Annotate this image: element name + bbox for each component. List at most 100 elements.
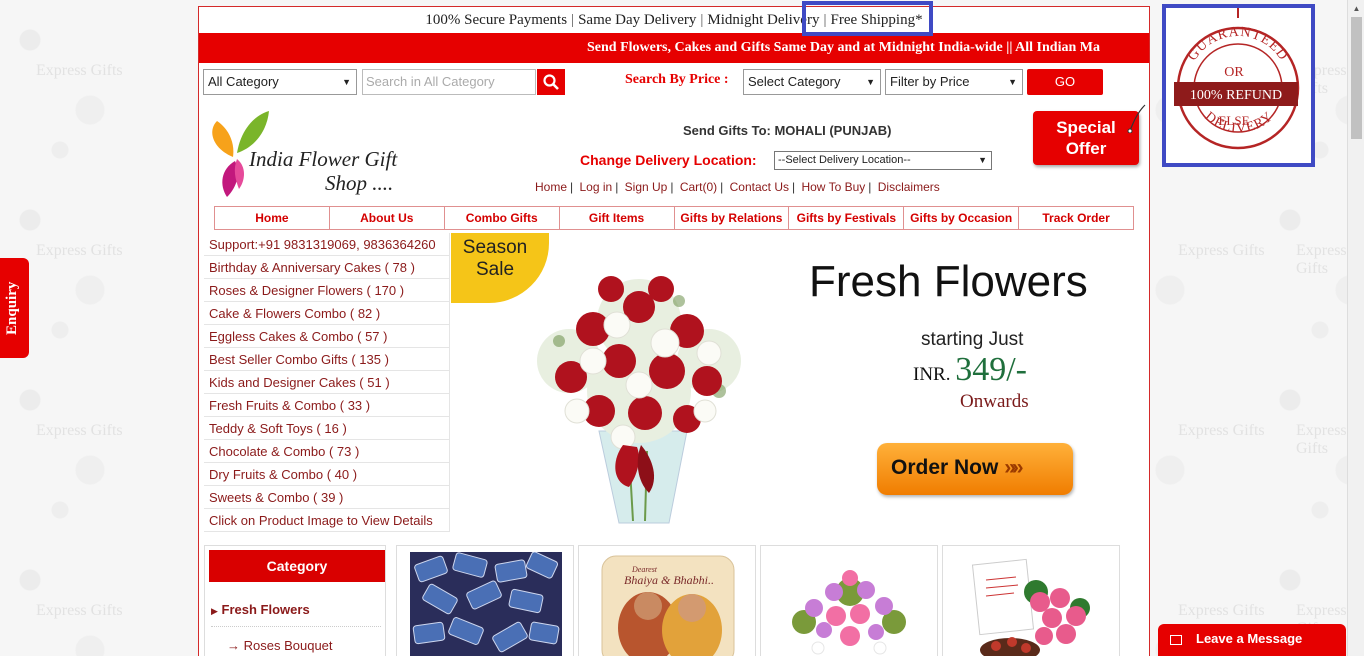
- page-scrollbar[interactable]: ▲: [1347, 0, 1364, 656]
- guarantee-else-text: ELSE: [1218, 113, 1249, 128]
- category-heading: Category: [209, 550, 385, 582]
- main-content: 100% Secure Payments | Same Day Delivery | M…: [198, 1, 1150, 656]
- banner-headline: Fresh Flowers: [809, 257, 1088, 306]
- nav-gifts-by-occasion[interactable]: Gifts by Occasion: [904, 207, 1020, 229]
- search-by-price-label: Search By Price :: [625, 72, 729, 87]
- link-how-to-buy[interactable]: How To Buy: [801, 180, 865, 194]
- scrollbar-thumb[interactable]: [1351, 17, 1362, 139]
- special-offer-button[interactable]: Special Offer: [1033, 111, 1139, 165]
- dropdown-arrow-icon: ▼: [866, 77, 875, 87]
- chocolates-image: [410, 552, 562, 656]
- main-nav: Home About Us Combo Gifts Gift Items Gif…: [214, 206, 1134, 230]
- logo-text: India Flower Gift Shop ....: [249, 147, 398, 195]
- watermark: Express Gifts: [36, 602, 123, 619]
- marquee-text: Send Flowers, Cakes and Gifts Same Day a…: [587, 40, 1100, 55]
- list-item[interactable]: Sweets & Combo ( 39 ): [204, 486, 450, 509]
- banner-price: INR. 349/-: [913, 351, 1028, 388]
- order-now-button[interactable]: Order Now »»: [877, 443, 1073, 495]
- enquiry-label: Enquiry: [4, 281, 20, 335]
- list-item[interactable]: Cake & Flowers Combo ( 82 ): [204, 302, 450, 325]
- change-location-label: Change Delivery Location:: [580, 152, 757, 168]
- same-day-text: Same Day Delivery: [578, 12, 697, 28]
- list-item[interactable]: Teddy & Soft Toys ( 16 ): [204, 417, 450, 440]
- flower-basket-image: [792, 570, 906, 655]
- link-cart[interactable]: Cart(0): [680, 180, 717, 194]
- announcement-marquee: Send Flowers, Cakes and Gifts Same Day a…: [199, 33, 1149, 63]
- nav-gifts-by-festivals[interactable]: Gifts by Festivals: [789, 207, 905, 229]
- search-row: All Category ▼ Search in All Category Sea…: [199, 69, 1149, 99]
- top-info-bar: 100% Secure Payments | Same Day Delivery | M…: [199, 1, 1149, 36]
- support-phone: Support:+91 9831319069, 9836364260: [204, 233, 450, 256]
- product-card[interactable]: Dearest Bhaiya & Bhabhi..: [578, 545, 756, 656]
- product-card[interactable]: [942, 545, 1120, 656]
- list-item[interactable]: Kids and Designer Cakes ( 51 ): [204, 371, 450, 394]
- cushion-caption-2: Bhaiya & Bhabhi..: [624, 573, 714, 587]
- card-roses-image: [971, 558, 1090, 656]
- link-signup[interactable]: Sign Up: [625, 180, 668, 194]
- category-item-roses-bouquet[interactable]: → Roses Bouquet: [227, 638, 333, 653]
- watermark: Express Gifts: [36, 62, 123, 79]
- guarantee-or-text: OR: [1224, 65, 1244, 80]
- search-icon: [543, 74, 559, 90]
- list-item[interactable]: Eggless Cakes & Combo ( 57 ): [204, 325, 450, 348]
- link-home[interactable]: Home: [535, 180, 567, 194]
- price-category-select[interactable]: Select Category ▼: [743, 69, 881, 95]
- list-item[interactable]: Best Seller Combo Gifts ( 135 ): [204, 348, 450, 371]
- banner-starting: starting Just: [921, 329, 1024, 350]
- nav-gift-items[interactable]: Gift Items: [560, 207, 675, 229]
- watermark: Express Gifts: [36, 422, 123, 439]
- list-item[interactable]: Fresh Fruits & Combo ( 33 ): [204, 394, 450, 417]
- product-card[interactable]: [760, 545, 938, 656]
- list-item[interactable]: Roses & Designer Flowers ( 170 ): [204, 279, 450, 302]
- watermark: Express Gifts: [1178, 602, 1265, 619]
- enquiry-tab[interactable]: Enquiry: [0, 258, 29, 358]
- price-filter-select[interactable]: Filter by Price ▼: [885, 69, 1023, 95]
- watermark: Express Gifts: [1178, 422, 1265, 439]
- search-button[interactable]: [537, 69, 565, 95]
- hanging-string-icon: [1127, 104, 1146, 133]
- list-item[interactable]: Dry Fruits & Combo ( 40 ): [204, 463, 450, 486]
- arrow-right-icon: →: [227, 638, 240, 653]
- watermark: Express Gifts: [36, 242, 123, 259]
- scroll-up-arrow-icon[interactable]: ▲: [1348, 0, 1364, 17]
- product-card[interactable]: [396, 545, 574, 656]
- dropdown-arrow-icon: ▼: [978, 155, 987, 165]
- nav-combo-gifts[interactable]: Combo Gifts: [445, 207, 560, 229]
- category-item-fresh-flowers[interactable]: ▶ Fresh Flowers: [211, 602, 310, 617]
- nav-about-us[interactable]: About Us: [330, 207, 445, 229]
- promo-banner[interactable]: Season Sale Fresh Flowers starting Just: [451, 233, 1149, 529]
- divider: [211, 626, 381, 627]
- delivery-location-select[interactable]: --Select Delivery Location-- ▼: [774, 151, 992, 170]
- send-gifts-to: Send Gifts To: MOHALI (PUNJAB): [683, 123, 892, 138]
- chat-icon: [1170, 634, 1182, 645]
- header-links: Home | Log in | Sign Up | Cart(0) | Contact …: [535, 180, 940, 194]
- guarantee-refund-text: 100% REFUND: [1190, 88, 1282, 103]
- dropdown-arrow-icon: ▼: [1008, 77, 1017, 87]
- go-button[interactable]: GO: [1027, 69, 1103, 95]
- bullet-arrow-icon: ▶: [211, 606, 218, 616]
- watermark: Express Gifts: [1178, 242, 1265, 259]
- nav-gifts-by-relations[interactable]: Gifts by Relations: [675, 207, 790, 229]
- leave-message-button[interactable]: Leave a Message: [1158, 624, 1346, 656]
- category-select[interactable]: All Category ▼: [203, 69, 357, 95]
- list-item[interactable]: Birthday & Anniversary Cakes ( 78 ): [204, 256, 450, 279]
- photo-cushion-image: Dearest Bhaiya & Bhabhi..: [601, 555, 735, 656]
- list-item[interactable]: Chocolate & Combo ( 73 ): [204, 440, 450, 463]
- dropdown-arrow-icon: ▼: [342, 77, 351, 87]
- nav-home[interactable]: Home: [215, 207, 330, 229]
- banner-onwards: Onwards: [960, 391, 1029, 412]
- link-login[interactable]: Log in: [579, 180, 612, 194]
- search-input[interactable]: Search in All Category: [362, 69, 536, 95]
- click-hint: Click on Product Image to View Details: [204, 509, 450, 532]
- free-shipping-highlight: [802, 1, 933, 36]
- site-logo[interactable]: India Flower Gift Shop ....: [203, 109, 413, 201]
- guarantee-badge[interactable]: GUARANTEED DELIVERY OR 100% REFUND ELSE: [1162, 4, 1315, 167]
- secure-payments-text: 100% Secure Payments: [425, 12, 568, 28]
- nav-track-order[interactable]: Track Order: [1019, 207, 1133, 229]
- category-list: Support:+91 9831319069, 9836364260 Birth…: [204, 233, 450, 532]
- rose-bouquet-image: [537, 276, 741, 524]
- category-sidebar: Category ▶ Fresh Flowers → Roses Bouquet: [204, 545, 386, 656]
- guarantee-seal: GUARANTEED DELIVERY OR 100% REFUND ELSE: [1174, 8, 1300, 150]
- link-contact[interactable]: Contact Us: [730, 180, 789, 194]
- link-disclaimers[interactable]: Disclaimers: [878, 180, 940, 194]
